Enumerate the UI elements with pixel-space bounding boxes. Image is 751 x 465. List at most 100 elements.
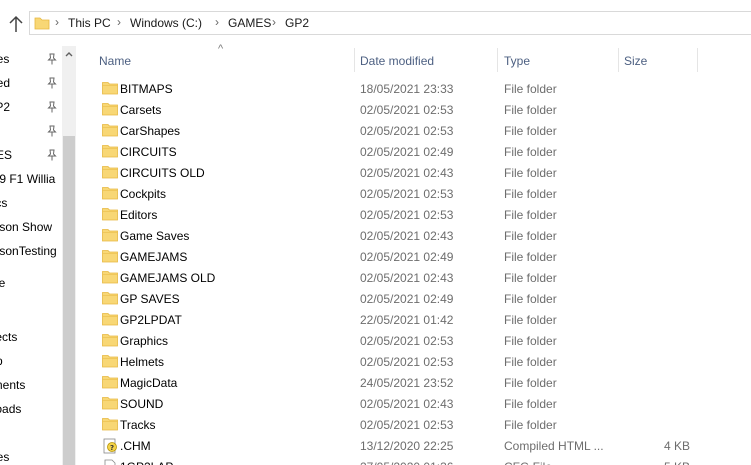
file-type: File folder xyxy=(504,355,557,369)
nav-item[interactable]: top xyxy=(0,351,62,371)
nav-item[interactable]: ic xyxy=(0,423,62,443)
chevron-right-icon[interactable]: › xyxy=(272,15,276,29)
file-date-modified: 02/05/2021 02:43 xyxy=(360,166,454,180)
file-date-modified: 02/05/2021 02:43 xyxy=(360,229,454,243)
file-row[interactable]: MagicData 24/05/2021 23:52 File folder xyxy=(76,372,751,393)
column-header-type-label: Type xyxy=(504,54,531,68)
file-size: 4 KB xyxy=(663,439,690,453)
nav-item[interactable]: uments xyxy=(0,375,62,395)
pin-icon[interactable] xyxy=(46,125,58,137)
nav-item[interactable]: C xyxy=(0,303,62,323)
file-name: .CHM xyxy=(120,439,151,453)
file-date-modified: 02/05/2021 02:49 xyxy=(360,250,454,264)
column-headers: Name ^ Date modified Type Size xyxy=(76,43,751,74)
file-row[interactable]: CIRCUITS OLD 02/05/2021 02:43 File folder xyxy=(76,162,751,183)
file-row[interactable]: GAMEJAMS OLD 02/05/2021 02:43 File folder xyxy=(76,267,751,288)
file-row[interactable]: SOUND 02/05/2021 02:43 File folder xyxy=(76,393,751,414)
nav-item-label: easonTesting xyxy=(0,244,57,258)
folder-icon xyxy=(102,165,118,179)
svg-text:?: ? xyxy=(110,444,114,452)
file-date-modified: 02/05/2021 02:43 xyxy=(360,271,454,285)
file-row[interactable]: Tracks 02/05/2021 02:53 File folder xyxy=(76,414,751,435)
column-header-name[interactable]: Name ^ xyxy=(76,43,354,74)
file-row[interactable]: Editors 02/05/2021 02:53 File folder xyxy=(76,204,751,225)
nav-scrollbar[interactable] xyxy=(62,46,76,465)
folder-icon xyxy=(102,228,118,242)
file-date-modified: 02/05/2021 02:53 xyxy=(360,124,454,138)
folder-icon xyxy=(102,81,118,95)
pin-icon[interactable] xyxy=(46,53,58,65)
file-row[interactable]: GP2LPDAT 22/05/2021 01:42 File folder xyxy=(76,309,751,330)
breadcrumb-this-pc[interactable]: This PC xyxy=(68,16,111,30)
file-date-modified: 02/05/2021 02:49 xyxy=(360,145,454,159)
file-date-modified: 27/05/2020 01:36 xyxy=(360,460,453,465)
nav-item[interactable]: easonTesting xyxy=(0,241,62,261)
file-row[interactable]: Cockpits 02/05/2021 02:53 File folder xyxy=(76,183,751,204)
file-name: Graphics xyxy=(120,334,169,348)
nav-item[interactable]: nloads xyxy=(0,399,62,419)
chevron-right-icon[interactable]: › xyxy=(117,15,121,29)
file-row[interactable]: BITMAPS 18/05/2021 23:33 File folder xyxy=(76,78,751,99)
nav-item[interactable]: MES xyxy=(0,145,62,165)
nav-item[interactable]: eason Show xyxy=(0,217,62,237)
column-header-date[interactable]: Date modified xyxy=(355,46,497,74)
file-row[interactable]: 1GP2LAP 27/05/2020 01:36 CFG File 5 KB xyxy=(76,456,751,465)
nav-item[interactable]: ures xyxy=(0,49,62,69)
folder-icon xyxy=(102,123,118,137)
folder-icon xyxy=(34,15,50,31)
chevron-right-icon[interactable]: › xyxy=(215,15,219,29)
file-row[interactable]: Game Saves 02/05/2021 02:43 File folder xyxy=(76,225,751,246)
column-header-size[interactable]: Size xyxy=(619,46,697,74)
file-name: MagicData xyxy=(120,376,178,390)
file-type: File folder xyxy=(504,208,557,222)
nav-item[interactable]: rded xyxy=(0,73,62,93)
nav-item[interactable]: hics xyxy=(0,193,62,213)
nav-item[interactable]: 989 F1 Willia xyxy=(0,169,62,189)
file-row[interactable]: GP SAVES 02/05/2021 02:49 File folder xyxy=(76,288,751,309)
file-type: File folder xyxy=(504,187,557,201)
file-row[interactable]: GAMEJAMS 02/05/2021 02:49 File folder xyxy=(76,246,751,267)
chevron-right-icon[interactable]: › xyxy=(55,15,59,29)
file-row[interactable]: ? .CHM 13/12/2020 22:25 Compiled HTML ... 4 … xyxy=(76,435,751,456)
folder-icon xyxy=(102,375,118,389)
pin-icon[interactable] xyxy=(46,77,58,89)
file-type: File folder xyxy=(504,376,557,390)
file-row[interactable]: Helmets 02/05/2021 02:53 File folder xyxy=(76,351,751,372)
file-row[interactable]: CIRCUITS 02/05/2021 02:49 File folder xyxy=(76,141,751,162)
nav-item[interactable] xyxy=(0,121,62,141)
file-name: Editors xyxy=(120,208,158,222)
file-name: Carsets xyxy=(120,103,162,117)
breadcrumb-windows-c[interactable]: Windows (C:) xyxy=(130,16,202,30)
column-header-type[interactable]: Type xyxy=(498,46,618,74)
nav-item[interactable]: ures xyxy=(0,447,62,465)
sort-ascending-icon: ^ xyxy=(218,43,224,55)
file-name: CIRCUITS xyxy=(120,145,177,159)
column-divider[interactable] xyxy=(697,48,698,72)
nav-item[interactable]: GP2 xyxy=(0,97,62,117)
scroll-thumb[interactable] xyxy=(63,136,75,465)
pin-icon[interactable] xyxy=(46,101,58,113)
file-row[interactable]: CarShapes 02/05/2021 02:53 File folder xyxy=(76,120,751,141)
nav-item-label: bjects xyxy=(0,330,18,344)
scroll-up-arrow-icon[interactable] xyxy=(62,46,76,63)
nav-item-label: GP2 xyxy=(0,100,11,114)
file-size: 5 KB xyxy=(620,460,690,465)
file-name: GP SAVES xyxy=(120,292,180,306)
breadcrumb-games[interactable]: GAMES xyxy=(228,16,271,30)
file-icon xyxy=(102,459,118,465)
file-name: Game Saves xyxy=(120,229,190,243)
up-arrow-icon[interactable] xyxy=(6,13,26,35)
file-type: File folder xyxy=(504,145,557,159)
file-type: File folder xyxy=(504,334,557,348)
address-toolbar: › This PC › Windows (C:) › GAMES › GP2 xyxy=(0,0,751,46)
address-bar[interactable]: › This PC › Windows (C:) › GAMES › GP2 xyxy=(29,11,751,35)
nav-item[interactable]: bjects xyxy=(0,327,62,347)
file-date-modified: 02/05/2021 02:43 xyxy=(360,397,454,411)
pin-icon[interactable] xyxy=(46,149,58,161)
folder-icon xyxy=(102,270,118,284)
file-row[interactable]: Carsets 02/05/2021 02:53 File folder xyxy=(76,99,751,120)
nav-item[interactable]: rive xyxy=(0,273,62,293)
breadcrumb-gp2[interactable]: GP2 xyxy=(285,16,309,30)
file-row[interactable]: Graphics 02/05/2021 02:53 File folder xyxy=(76,330,751,351)
nav-item-label: hics xyxy=(0,196,8,210)
